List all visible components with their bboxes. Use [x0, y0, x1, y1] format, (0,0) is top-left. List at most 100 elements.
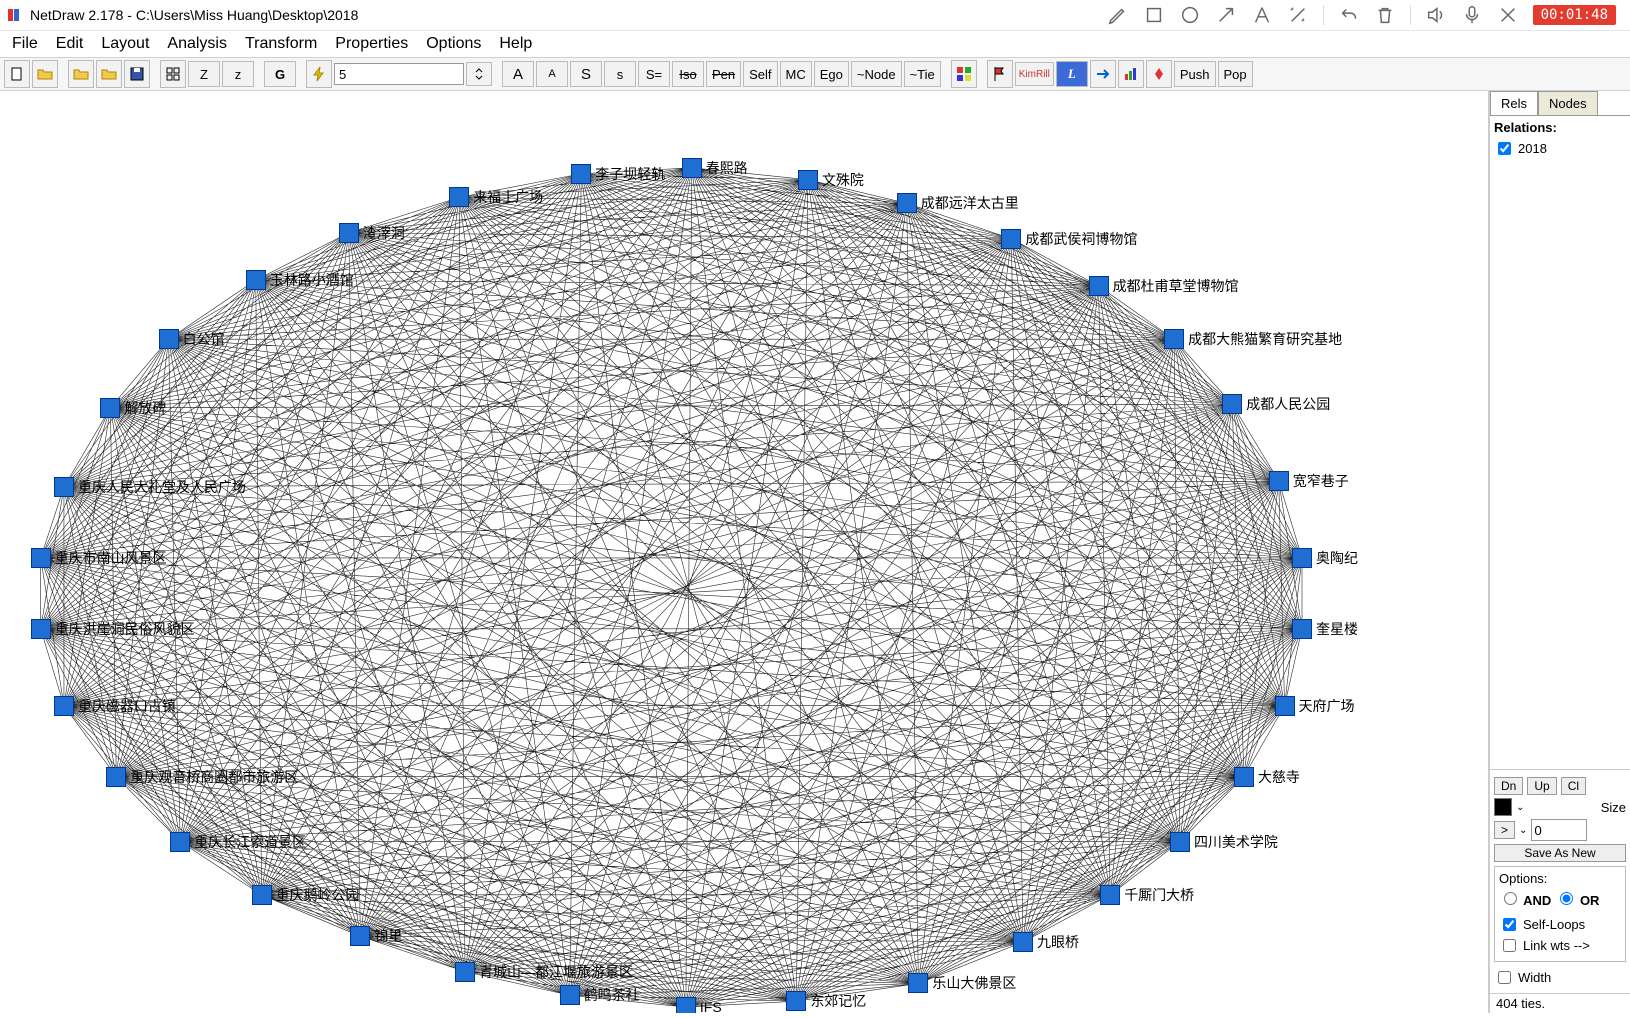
l-button[interactable]: L	[1056, 61, 1088, 87]
diamond-icon[interactable]	[1146, 60, 1172, 88]
speaker-icon[interactable]	[1425, 4, 1447, 26]
graph-node[interactable]: 天府广场	[1275, 696, 1355, 716]
node-square[interactable]	[1089, 276, 1109, 296]
relation-checkbox[interactable]	[1498, 142, 1511, 155]
node-square[interactable]	[54, 696, 74, 716]
graph-node[interactable]: 文殊院	[798, 170, 864, 190]
node-square[interactable]	[786, 991, 806, 1011]
node-square[interactable]	[252, 885, 272, 905]
graph-node[interactable]: 重庆市南山风景区	[31, 548, 167, 568]
angle-button[interactable]: >	[1494, 821, 1515, 839]
menu-edit[interactable]: Edit	[56, 35, 84, 53]
node-square[interactable]	[100, 398, 120, 418]
graph-node[interactable]: 四川美术学院	[1170, 832, 1278, 852]
a-small-button[interactable]: A	[536, 61, 568, 87]
node-square[interactable]	[571, 164, 591, 184]
zoom-out-button[interactable]: z	[222, 61, 254, 87]
node-square[interactable]	[1234, 767, 1254, 787]
mic-icon[interactable]	[1461, 4, 1483, 26]
dropdown-icon[interactable]: ⌄	[1516, 802, 1524, 813]
graph-node[interactable]: 成都杜甫草堂博物馆	[1089, 276, 1239, 296]
graph-node[interactable]: 渣滓洞	[339, 223, 405, 243]
graph-node[interactable]: 千厮门大桥	[1100, 885, 1194, 905]
graph-node[interactable]: 重庆观音桥商圈都市旅游区	[106, 767, 298, 787]
toolbar-number-input[interactable]	[334, 63, 464, 85]
node-square[interactable]	[339, 223, 359, 243]
s-small-button[interactable]: s	[604, 61, 636, 87]
pen-button[interactable]: Pen	[706, 61, 741, 87]
palette-icon[interactable]	[951, 60, 977, 88]
node-square[interactable]	[1292, 548, 1312, 568]
g-button[interactable]: G	[264, 61, 296, 87]
self-button[interactable]: Self	[743, 61, 777, 87]
kim-rill-button[interactable]: KimRill	[1015, 62, 1054, 86]
node-square[interactable]	[455, 962, 475, 982]
tab-nodes[interactable]: Nodes	[1538, 91, 1598, 115]
push-button[interactable]: Push	[1174, 61, 1216, 87]
dropdown-icon-2[interactable]: ⌄	[1519, 825, 1527, 836]
node-square[interactable]	[676, 997, 696, 1013]
graph-node[interactable]: 春熙路	[682, 158, 748, 178]
right-arrow-icon[interactable]	[1090, 60, 1116, 88]
node-square[interactable]	[897, 193, 917, 213]
graph-node[interactable]: 重庆人民大礼堂及人民广场	[54, 477, 246, 497]
spinner-icon[interactable]	[466, 62, 492, 86]
graph-node[interactable]: 九眼桥	[1013, 932, 1079, 952]
node-square[interactable]	[560, 985, 580, 1005]
graph-node[interactable]: 解放碑	[100, 398, 166, 418]
menu-transform[interactable]: Transform	[245, 35, 317, 53]
arrow-icon[interactable]	[1215, 4, 1237, 26]
graph-node[interactable]: IFS	[676, 997, 722, 1013]
node-square[interactable]	[1292, 619, 1312, 639]
square-icon[interactable]	[1143, 4, 1165, 26]
size-input[interactable]	[1531, 819, 1587, 841]
relation-item[interactable]: 2018	[1494, 139, 1626, 158]
folder-icon-3[interactable]	[96, 60, 122, 88]
graph-node[interactable]: 东郊记忆	[786, 991, 866, 1011]
mc-button[interactable]: MC	[780, 61, 812, 87]
graph-node[interactable]: 成都远洋太古里	[897, 193, 1019, 213]
color-swatch[interactable]	[1494, 798, 1512, 816]
tab-rels[interactable]: Rels	[1490, 91, 1538, 115]
graph-node[interactable]: 成都人民公园	[1222, 394, 1330, 414]
graph-node[interactable]: 李子坝轻轨	[571, 164, 665, 184]
node-square[interactable]	[1013, 932, 1033, 952]
self-loops-check[interactable]: Self-Loops	[1499, 915, 1621, 934]
s-eq-button[interactable]: S=	[638, 61, 670, 87]
node-square[interactable]	[1170, 832, 1190, 852]
node-square[interactable]	[246, 270, 266, 290]
node-square[interactable]	[1275, 696, 1295, 716]
width-check[interactable]: Width	[1494, 968, 1626, 987]
node-square[interactable]	[31, 619, 51, 639]
tie-button[interactable]: ~Tie	[904, 61, 941, 87]
node-square[interactable]	[1269, 471, 1289, 491]
save-as-new-button[interactable]: Save As New	[1494, 844, 1626, 862]
node-square[interactable]	[159, 329, 179, 349]
pencil-icon[interactable]	[1107, 4, 1129, 26]
wand-icon[interactable]	[1287, 4, 1309, 26]
trash-icon[interactable]	[1374, 4, 1396, 26]
graph-node[interactable]: 重庆鹅岭公园	[252, 885, 360, 905]
cl-button[interactable]: Cl	[1561, 777, 1586, 795]
zoom-in-button[interactable]: Z	[188, 61, 220, 87]
node-square[interactable]	[54, 477, 74, 497]
menu-properties[interactable]: Properties	[335, 35, 408, 53]
node-square[interactable]	[106, 767, 126, 787]
up-button[interactable]: Up	[1527, 777, 1556, 795]
menu-analysis[interactable]: Analysis	[167, 35, 227, 53]
new-file-icon[interactable]	[4, 60, 30, 88]
graph-node[interactable]: 乐山大佛景区	[908, 973, 1016, 993]
lightning-icon[interactable]	[306, 60, 332, 88]
node-button[interactable]: ~Node	[851, 61, 902, 87]
graph-node[interactable]: 锦里	[350, 926, 402, 946]
close-icon[interactable]	[1497, 4, 1519, 26]
graph-node[interactable]: 宽窄巷子	[1269, 471, 1349, 491]
circle-icon[interactable]	[1179, 4, 1201, 26]
menu-help[interactable]: Help	[499, 35, 532, 53]
node-square[interactable]	[1164, 329, 1184, 349]
chart-icon[interactable]	[1118, 60, 1144, 88]
node-square[interactable]	[1001, 229, 1021, 249]
text-icon[interactable]	[1251, 4, 1273, 26]
graph-node[interactable]: 成都武侯祠博物馆	[1001, 229, 1137, 249]
and-radio[interactable]: AND	[1499, 889, 1551, 908]
